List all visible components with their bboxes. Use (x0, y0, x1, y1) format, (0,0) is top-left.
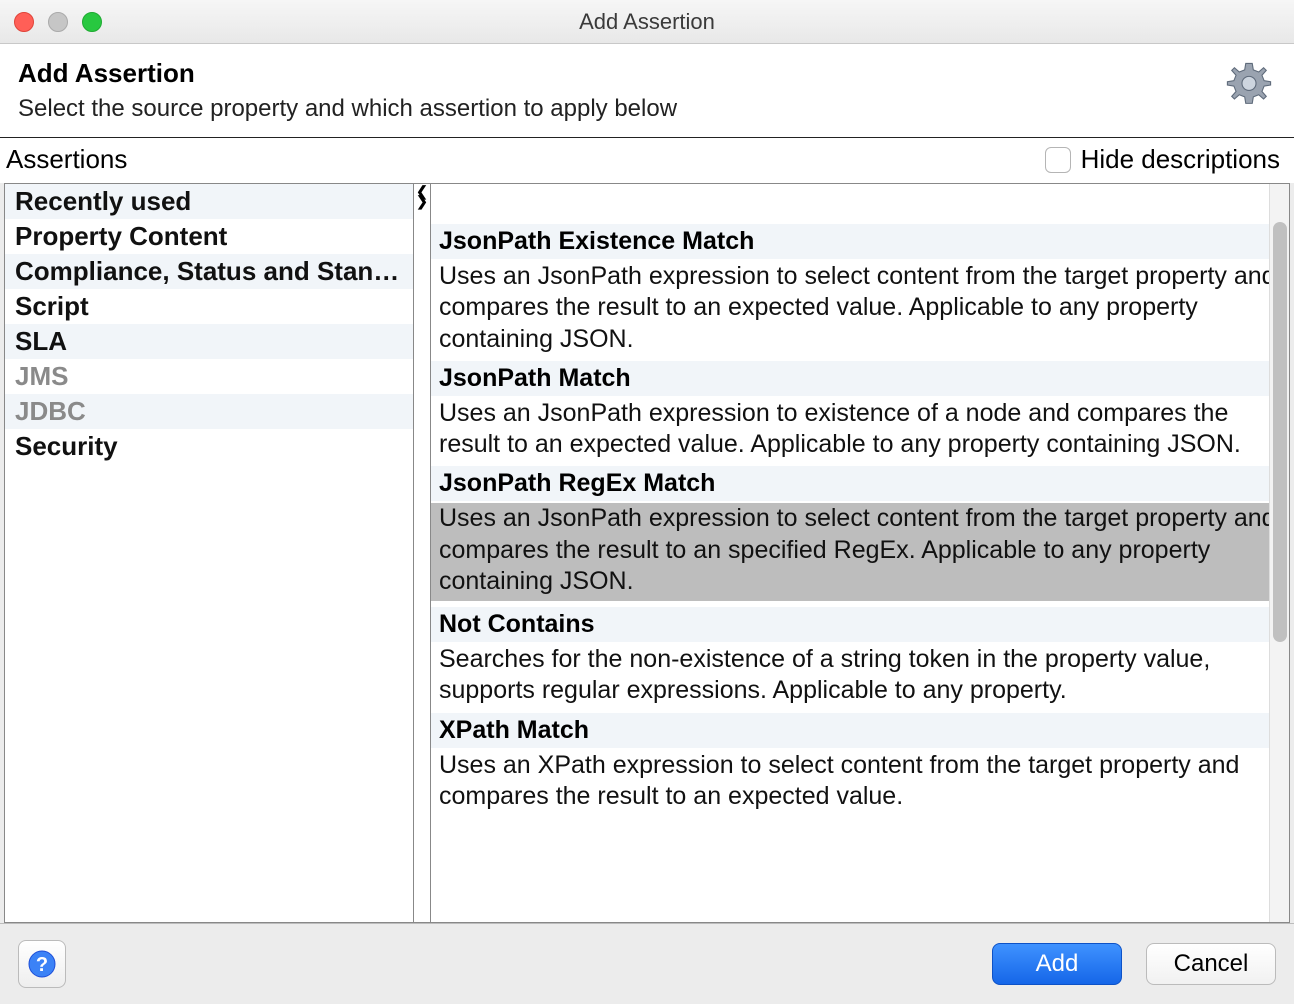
assertion-title: JsonPath Existence Match (431, 224, 1289, 259)
category-item[interactable]: Property Content (5, 219, 413, 254)
assertion-item[interactable]: JsonPath RegEx MatchUses an JsonPath exp… (431, 466, 1289, 607)
category-item: JMS (5, 359, 413, 394)
assertion-description: Uses an XPath expression to select conte… (439, 750, 1281, 813)
category-item: JDBC (5, 394, 413, 429)
category-list: Recently usedProperty ContentCompliance,… (5, 184, 413, 922)
titlebar: Add Assertion (0, 0, 1294, 44)
scrollbar-track[interactable] (1269, 184, 1289, 922)
hide-descriptions-label: Hide descriptions (1081, 144, 1280, 175)
category-item[interactable]: Compliance, Status and Stand… (5, 254, 413, 289)
window-controls (0, 12, 102, 32)
assertion-title: JsonPath Match (431, 361, 1289, 396)
zoom-window-button[interactable] (82, 12, 102, 32)
window-title: Add Assertion (0, 9, 1294, 35)
assertion-item[interactable]: JsonPath MatchUses an JsonPath expressio… (431, 361, 1289, 467)
assertion-item[interactable]: Not ContainsSearches for the non-existen… (431, 607, 1289, 713)
minimize-window-button[interactable] (48, 12, 68, 32)
toolbar: Assertions Hide descriptions (0, 138, 1294, 183)
assertion-description: Searches for the non-existence of a stri… (439, 644, 1281, 707)
dialog-title: Add Assertion (18, 58, 677, 89)
gear-icon (1222, 58, 1276, 112)
content-area: Recently usedProperty ContentCompliance,… (4, 183, 1290, 923)
assertions-label: Assertions (6, 144, 127, 175)
category-item[interactable]: Security (5, 429, 413, 464)
close-window-button[interactable] (14, 12, 34, 32)
hide-descriptions-toggle[interactable]: Hide descriptions (1045, 144, 1280, 175)
assertion-list: JsonPath Existence MatchUses an JsonPath… (431, 184, 1289, 922)
dialog-footer: ? Add Cancel (0, 923, 1294, 1004)
splitter-handle[interactable]: ❮ ❯ (413, 184, 431, 922)
add-button[interactable]: Add (992, 943, 1122, 985)
assertion-title: JsonPath RegEx Match (431, 466, 1289, 501)
assertion-title: XPath Match (431, 713, 1289, 748)
help-icon: ? (27, 949, 57, 979)
chevron-right-icon: ❯ (416, 196, 428, 206)
cancel-button[interactable]: Cancel (1146, 943, 1276, 985)
assertion-title: Not Contains (431, 607, 1289, 642)
scrollbar-thumb[interactable] (1273, 222, 1287, 642)
svg-text:?: ? (36, 954, 48, 976)
dialog-header: Add Assertion Select the source property… (0, 44, 1294, 138)
assertion-item[interactable]: XPath MatchUses an XPath expression to s… (431, 713, 1289, 819)
category-item[interactable]: Script (5, 289, 413, 324)
assertion-description: Uses an JsonPath expression to select co… (439, 261, 1281, 355)
help-button[interactable]: ? (18, 940, 66, 988)
category-item[interactable]: Recently used (5, 184, 413, 219)
hide-descriptions-checkbox[interactable] (1045, 147, 1071, 173)
assertion-description: Uses an JsonPath expression to select co… (439, 503, 1281, 597)
category-item[interactable]: SLA (5, 324, 413, 359)
assertion-item[interactable]: JsonPath Existence MatchUses an JsonPath… (431, 224, 1289, 361)
dialog-subtitle: Select the source property and which ass… (18, 95, 677, 123)
assertion-description: Uses an JsonPath expression to existence… (439, 398, 1281, 461)
